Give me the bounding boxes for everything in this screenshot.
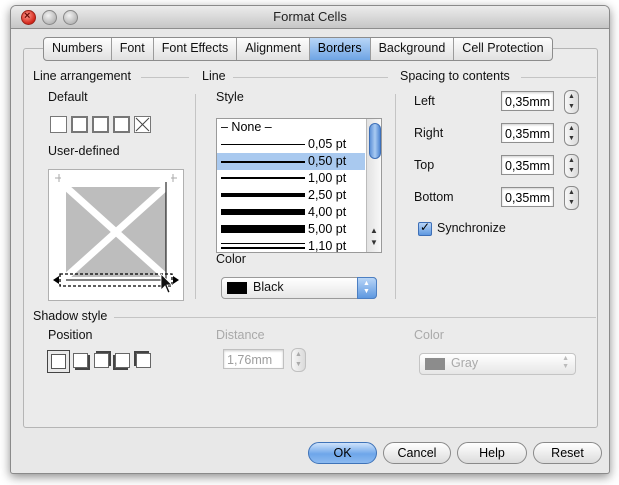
shadow-style-label: Shadow style [33, 309, 108, 323]
left-spacing-field[interactable]: 0,35mm [501, 91, 554, 111]
synchronize-label[interactable]: Synchronize [437, 221, 506, 235]
shadow-bottom-right-preset[interactable] [73, 353, 88, 368]
tab-font[interactable]: Font [112, 38, 154, 60]
outer-border-preset[interactable] [71, 116, 88, 133]
style-label: Style [216, 90, 244, 104]
line-sample [221, 243, 305, 244]
color-label: Color [216, 252, 246, 266]
help-button[interactable]: Help [457, 442, 527, 464]
tab-font-effects[interactable]: Font Effects [154, 38, 238, 60]
reset-button[interactable]: Reset [533, 442, 602, 464]
right-spacing-label: Right [414, 126, 444, 140]
separator [233, 77, 388, 78]
border-preview-graphic [53, 174, 179, 294]
line-color-value: Black [253, 280, 284, 294]
line-style-option[interactable]: 5,00 pt [217, 221, 365, 238]
shadow-none-icon [51, 354, 66, 369]
line-color-dropdown[interactable]: Black ▲ ▼ [221, 277, 377, 299]
outer-border-all-lines-preset[interactable] [113, 116, 130, 133]
shadow-none-preset[interactable] [47, 350, 70, 373]
line-sample [221, 209, 305, 215]
no-borders-preset[interactable] [50, 116, 67, 133]
tab-numbers[interactable]: Numbers [44, 38, 112, 60]
right-spacing-stepper[interactable]: ▲ ▼ [564, 122, 579, 146]
line-style-option[interactable]: 1,10 pt [217, 238, 365, 252]
shadow-distance-field[interactable]: 1,76mm [223, 349, 284, 369]
left-spacing-stepper[interactable]: ▲ ▼ [564, 90, 579, 114]
line-sample [221, 193, 305, 197]
color-swatch [425, 358, 445, 370]
bottom-spacing-label: Bottom [414, 190, 454, 204]
border-preview-canvas[interactable] [48, 169, 184, 301]
top-spacing-field[interactable]: 0,35mm [501, 155, 554, 175]
line-style-option-selected[interactable]: 0,50 pt [217, 153, 365, 170]
checkmark-icon: ✓ [420, 220, 431, 234]
separator [114, 317, 596, 318]
line-sample [221, 161, 305, 163]
shadow-color-value: Gray [451, 356, 479, 370]
shadow-bottom-left-preset[interactable] [115, 353, 130, 368]
bottom-spacing-field[interactable]: 0,35mm [501, 187, 554, 207]
ok-button[interactable]: OK [308, 442, 377, 464]
format-cells-dialog: × Format Cells Numbers Font Font Effects… [10, 5, 610, 474]
shadow-color-label: Color [414, 328, 444, 342]
top-spacing-stepper[interactable]: ▲ ▼ [564, 154, 579, 178]
separator [521, 77, 596, 78]
shadow-distance-stepper[interactable]: ▲ ▼ [291, 348, 306, 372]
line-style-option[interactable]: 0,05 pt [217, 136, 365, 153]
line-style-option[interactable]: 2,50 pt [217, 187, 365, 204]
diagonal-border-preset[interactable] [134, 116, 151, 133]
bottom-spacing-stepper[interactable]: ▲ ▼ [564, 186, 579, 210]
line-style-list[interactable]: – None – 0,05 pt 0,50 pt 1,00 pt 2,50 pt… [216, 118, 382, 253]
color-swatch [227, 282, 247, 294]
line-style-option[interactable]: 1,00 pt [217, 170, 365, 187]
tab-bar: Numbers Font Font Effects Alignment Bord… [43, 37, 553, 61]
line-sample [221, 144, 305, 145]
shadow-top-left-preset[interactable] [136, 353, 151, 368]
line-section-label: Line [202, 69, 226, 83]
title-bar: × Format Cells [11, 6, 609, 29]
separator [395, 94, 396, 299]
separator [141, 77, 189, 78]
scroll-up-arrow-icon[interactable]: ▲ [370, 226, 378, 235]
dropdown-stepper-icon: ▲ ▼ [357, 277, 377, 299]
user-defined-label: User-defined [48, 144, 120, 158]
shadow-top-right-preset[interactable] [94, 353, 109, 368]
right-spacing-field[interactable]: 0,35mm [501, 123, 554, 143]
line-style-option-none[interactable]: – None – [217, 119, 365, 136]
tab-alignment[interactable]: Alignment [237, 38, 310, 60]
line-sample [221, 247, 305, 249]
outer-border-horizontal-preset[interactable] [92, 116, 109, 133]
line-arrangement-label: Line arrangement [33, 69, 131, 83]
shadow-color-dropdown[interactable]: Gray ▲ ▼ [419, 353, 576, 375]
default-label: Default [48, 90, 88, 104]
scroll-down-arrow-icon[interactable]: ▼ [370, 238, 378, 247]
tab-borders[interactable]: Borders [309, 38, 371, 60]
dropdown-stepper-icon: ▲ ▼ [562, 355, 569, 370]
tab-cell-protection[interactable]: Cell Protection [454, 38, 551, 60]
line-style-scrollbar[interactable]: ▲ ▼ [366, 119, 381, 252]
shadow-distance-label: Distance [216, 328, 265, 342]
top-spacing-label: Top [414, 158, 435, 172]
left-spacing-label: Left [414, 94, 435, 108]
synchronize-checkbox[interactable]: ✓ [418, 220, 432, 236]
shadow-position-label: Position [48, 328, 93, 342]
spacing-section-label: Spacing to contents [400, 69, 510, 83]
line-style-option[interactable]: 4,00 pt [217, 204, 365, 221]
cancel-button[interactable]: Cancel [383, 442, 451, 464]
scrollbar-thumb[interactable] [369, 123, 381, 159]
tab-background[interactable]: Background [371, 38, 455, 60]
separator [195, 94, 196, 299]
line-sample [221, 177, 305, 179]
line-sample [221, 225, 305, 233]
diagonal-x-icon [135, 117, 150, 132]
window-title: Format Cells [273, 9, 347, 24]
